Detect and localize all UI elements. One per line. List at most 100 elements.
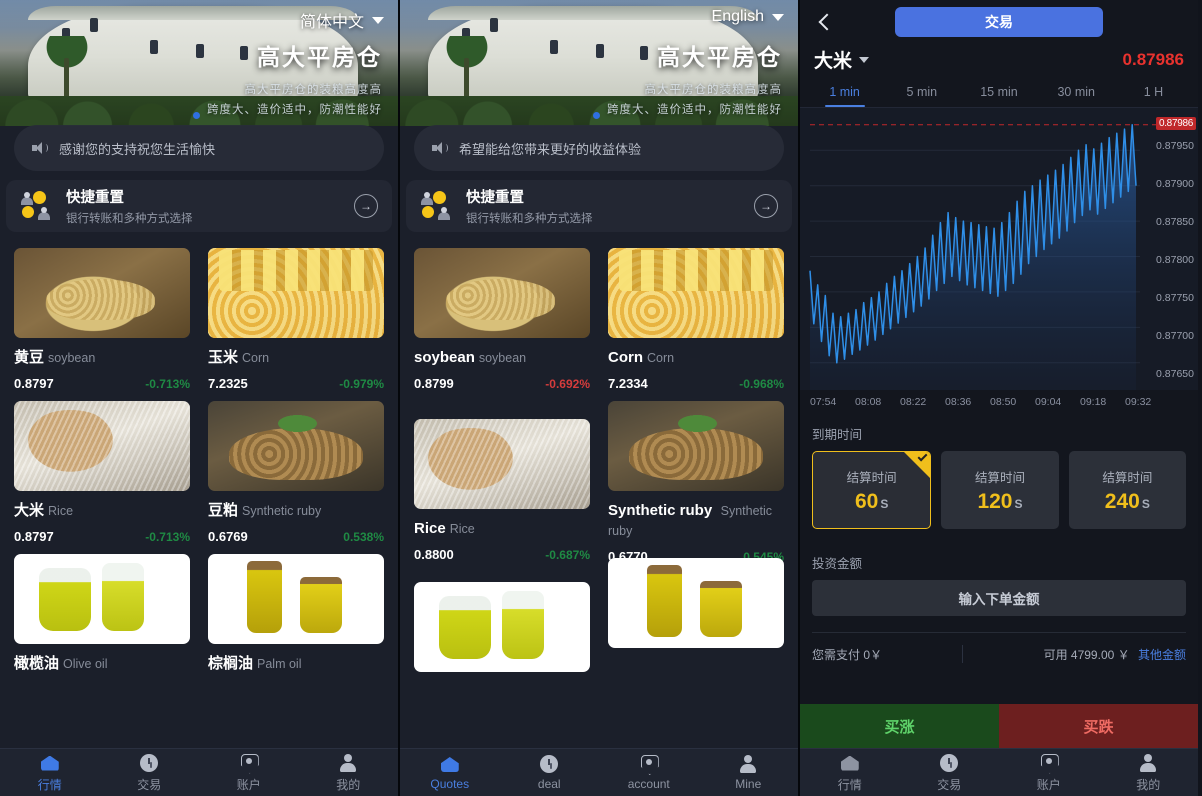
symbol-row: 大米 0.87986 xyxy=(800,44,1198,79)
product-price: 0.8797 xyxy=(14,376,54,391)
nav-item-quotes[interactable]: Quotes xyxy=(400,754,500,791)
product-card[interactable] xyxy=(414,574,590,672)
settlement-option-120[interactable]: 结算时间 120 S xyxy=(941,451,1059,529)
product-name-secondary: Rice xyxy=(449,522,475,536)
tab-5min[interactable]: 5 min xyxy=(883,79,960,107)
shield-icon xyxy=(639,754,659,774)
product-card[interactable]: 豆粕 Synthetic ruby 0.6769 0.538% xyxy=(208,401,384,544)
x-tick: 08:36 xyxy=(945,396,972,408)
carousel-dot[interactable] xyxy=(193,112,200,119)
announcement-bar-en[interactable]: 希望能给您带来更好的收益体验 xyxy=(414,125,784,171)
language-selector-zh[interactable]: 简体中文 xyxy=(300,8,384,32)
other-amount-link[interactable]: 其他金额 xyxy=(1138,648,1186,662)
y-tick: 0.87750 xyxy=(1156,292,1194,304)
nav-label: 交易 xyxy=(937,777,962,792)
product-card[interactable]: 棕榈油 Palm oil xyxy=(208,554,384,674)
product-card[interactable]: 橄榄油 Olive oil xyxy=(14,554,190,674)
x-tick: 08:22 xyxy=(900,396,927,408)
settlement-caption: 结算时间 xyxy=(846,470,897,485)
back-arrow-icon[interactable] xyxy=(814,11,836,33)
product-thumbnail xyxy=(414,582,590,672)
product-name-secondary: Olive oil xyxy=(63,657,108,671)
product-price: 0.8800 xyxy=(414,547,454,562)
amount-input[interactable]: 输入下单金额 xyxy=(812,580,1186,616)
product-change: -0.713% xyxy=(145,376,190,391)
app-root: 高大平房仓 高大平房仓的装粮高度高 跨度大、造价适中，防潮性能好 简体中文 感谢… xyxy=(0,0,1202,796)
settlement-value: 240 xyxy=(1104,489,1140,513)
nav-label: Quotes xyxy=(430,777,470,791)
product-card[interactable]: Synthetic ruby Synthetic ruby 0.6770 0.5… xyxy=(608,401,784,564)
quotes-panel-en: 高大平房仓 高大平房仓的装粮高度高 跨度大、造价适中，防潮性能好 English… xyxy=(400,0,800,796)
symbol-selector[interactable]: 大米 xyxy=(814,46,870,73)
nav-item-mine[interactable]: 我的 xyxy=(1099,753,1199,793)
product-thumbnail xyxy=(208,248,384,338)
product-thumbnail xyxy=(608,248,784,338)
product-name-primary: 黄豆 xyxy=(14,349,45,366)
product-name-secondary: Corn xyxy=(242,351,270,365)
product-card[interactable]: Corn Corn 7.2334 -0.968% xyxy=(608,248,784,391)
product-card[interactable]: Rice Rice 0.8800 -0.687% xyxy=(414,401,590,564)
announcement-text: 感谢您的支持祝您生活愉快 xyxy=(59,141,216,157)
hero-title: 高大平房仓 xyxy=(257,44,382,70)
product-card[interactable]: 黄豆 soybean 0.8797 -0.713% xyxy=(14,248,190,391)
quick-recharge-card-en[interactable]: 快捷重置 银行转账和多种方式选择 → xyxy=(406,180,792,232)
buy-up-button[interactable]: 买涨 xyxy=(800,704,999,748)
clock-icon xyxy=(539,754,559,774)
language-label: 简体中文 xyxy=(299,14,364,31)
carousel-dot[interactable] xyxy=(593,112,600,119)
clock-icon xyxy=(139,753,159,773)
product-card[interactable]: 玉米 Corn 7.2325 -0.979% xyxy=(208,248,384,391)
nav-item-deal[interactable]: 交易 xyxy=(100,753,200,793)
product-grid-en: soybean soybean 0.8799 -0.692% Corn Corn 7… xyxy=(400,240,798,748)
settlement-option-240[interactable]: 结算时间 240 S xyxy=(1068,451,1186,529)
announcement-bar-zh[interactable]: 感谢您的支持祝您生活愉快 xyxy=(14,125,384,171)
nav-item-mine[interactable]: 我的 xyxy=(299,753,399,793)
x-tick: 08:50 xyxy=(990,396,1017,408)
nav-item-deal[interactable]: 交易 xyxy=(900,753,1000,793)
price-chart[interactable]: 0.87986 0.87950 0.87900 0.87850 0.87800 … xyxy=(800,108,1198,408)
product-thumbnail xyxy=(14,554,190,644)
product-change: -0.692% xyxy=(545,376,590,391)
arrow-right-icon[interactable]: → xyxy=(754,194,778,218)
tab-30min[interactable]: 30 min xyxy=(1038,79,1115,107)
hero-text-en: 高大平房仓 高大平房仓的装粮高度高 跨度大、造价适中，防潮性能好 xyxy=(607,38,782,120)
symbol-name: 大米 xyxy=(814,51,853,72)
product-card[interactable] xyxy=(608,558,784,672)
quick-title: 快捷重置 xyxy=(66,190,124,206)
product-card[interactable]: 大米 Rice 0.8797 -0.713% xyxy=(14,401,190,544)
settlement-value: 120 xyxy=(977,489,1013,513)
product-thumbnail xyxy=(14,401,190,491)
settlement-unit: S xyxy=(1014,496,1023,511)
tab-1h[interactable]: 1 H xyxy=(1115,79,1192,107)
trade-button[interactable]: 交易 xyxy=(895,7,1103,37)
product-name-primary: Synthetic ruby xyxy=(608,502,713,519)
product-thumbnail xyxy=(208,401,384,491)
language-selector-en[interactable]: English xyxy=(712,8,784,26)
nav-item-account[interactable]: 账户 xyxy=(199,753,299,793)
quick-recharge-card-zh[interactable]: 快捷重置 银行转账和多种方式选择 → xyxy=(6,180,392,232)
tab-1min[interactable]: 1 min xyxy=(806,79,883,107)
tab-15min[interactable]: 15 min xyxy=(960,79,1037,107)
buy-buttons: 买涨 买跌 xyxy=(800,704,1198,748)
product-name-primary: Rice xyxy=(414,520,446,537)
nav-item-mine[interactable]: Mine xyxy=(699,754,799,791)
speaker-icon xyxy=(32,141,48,155)
nav-item-account[interactable]: 账户 xyxy=(999,753,1099,793)
home-icon xyxy=(840,753,860,773)
arrow-right-icon[interactable]: → xyxy=(354,194,378,218)
product-name-primary: 玉米 xyxy=(208,349,239,366)
nav-label: 账户 xyxy=(1036,777,1061,792)
y-tick: 0.87900 xyxy=(1156,178,1194,190)
settlement-option-60[interactable]: 结算时间 60 S xyxy=(812,451,932,529)
product-thumbnail xyxy=(414,248,590,338)
nav-item-quotes[interactable]: 行情 xyxy=(0,753,100,793)
nav-item-deal[interactable]: deal xyxy=(500,754,600,791)
product-card[interactable]: soybean soybean 0.8799 -0.692% xyxy=(414,248,590,391)
product-names: soybean soybean xyxy=(414,348,590,368)
nav-item-quotes[interactable]: 行情 xyxy=(800,753,900,793)
product-price-row: 7.2334 -0.968% xyxy=(608,376,784,391)
timeframe-tabs: 1 min 5 min 15 min 30 min 1 H xyxy=(800,79,1198,108)
nav-item-account[interactable]: account xyxy=(599,754,699,791)
settlement-options: 结算时间 60 S 结算时间 120 S 结算时间 240 S xyxy=(812,451,1186,529)
buy-down-button[interactable]: 买跌 xyxy=(999,704,1198,748)
